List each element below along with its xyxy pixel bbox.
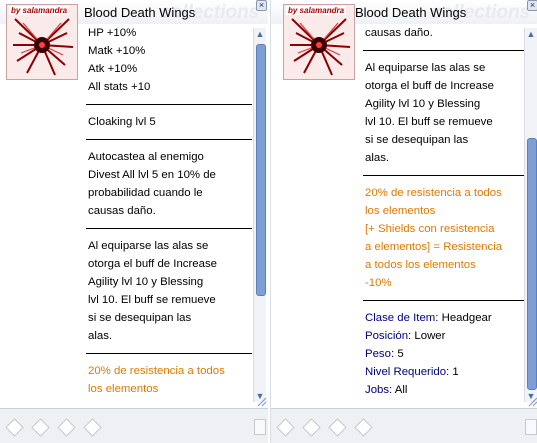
info-label: Peso:	[365, 348, 395, 360]
stat-line: Matk +10%	[88, 45, 146, 57]
resist-line: a elementos] = Resistencia	[365, 241, 503, 253]
resist-line: 20% de resistencia a todos	[365, 187, 502, 199]
equip-line: lvl 10. El buff se remueve	[88, 294, 216, 306]
equip-line: alas.	[88, 330, 113, 342]
equip-line: si se desequipan las	[88, 312, 192, 324]
window-title: Blood Death Wings	[355, 5, 467, 20]
divider	[363, 50, 529, 51]
card-slot-icon[interactable]	[5, 418, 24, 437]
info-label: Nivel Requerido:	[365, 366, 450, 378]
card-slot-icon[interactable]	[302, 418, 321, 437]
vertical-scrollbar[interactable]: ▲ ▼	[524, 28, 537, 402]
info-value: 5	[397, 348, 404, 360]
info-row: Posición: Lower	[365, 327, 529, 345]
resist-line: [+ Shields con resistencia	[365, 223, 495, 235]
scrollbar-thumb[interactable]	[527, 138, 537, 390]
divider	[86, 228, 252, 229]
item-wings-image: by salamandra	[283, 4, 355, 80]
card-slot-icon[interactable]	[31, 418, 50, 437]
vertical-scrollbar[interactable]: ▲ ▼	[253, 28, 266, 402]
info-row: Nivel Requerido: 1	[365, 363, 529, 381]
skill-line: Cloaking lvl 5	[88, 116, 156, 128]
equip-line: Al equiparse las alas se	[88, 240, 209, 252]
autocast-line: causas daño.	[88, 205, 156, 217]
scrollbar-thumb[interactable]	[256, 44, 266, 296]
divider	[86, 139, 252, 140]
scroll-up-icon[interactable]: ▲	[525, 28, 537, 40]
equip-line: otorga el buff de Increase	[88, 258, 217, 270]
stat-line: Atk +10%	[88, 63, 138, 75]
info-label: Jobs:	[365, 384, 393, 396]
info-value: Lower	[414, 330, 446, 342]
card-slot-icon[interactable]	[83, 418, 102, 437]
card-slot-icon[interactable]	[57, 418, 76, 437]
item-wings-image: by salamandra	[6, 4, 78, 80]
card-slot-bar	[271, 408, 537, 443]
card-slot-bar	[0, 408, 268, 443]
resist-line: -10%	[365, 277, 392, 289]
scroll-up-icon[interactable]: ▲	[254, 28, 266, 40]
equip-line: alas.	[365, 152, 390, 164]
info-value: 1	[452, 366, 459, 378]
equip-line: Agility lvl 10 y Blessing	[88, 276, 204, 288]
autocast-line: Divest All lvl 5 en 10% de	[88, 169, 216, 181]
bottom-cap	[254, 419, 266, 435]
info-row: Clase de Item: Headgear	[365, 309, 529, 327]
card-slot-icon[interactable]	[328, 418, 347, 437]
signature-logo: by salamandra	[286, 6, 347, 15]
autocast-line: probabilidad cuando le	[88, 187, 203, 199]
resist-line: los elementos	[365, 205, 436, 217]
item-info-window-left: collections Blood Death Wings × by salam…	[0, 0, 268, 443]
equip-line: lvl 10. El buff se remueve	[365, 116, 493, 128]
divider	[86, 353, 252, 354]
description-panel: causas daño. Al equiparse las alas se ot…	[361, 24, 529, 404]
stat-line: All stats +10	[88, 81, 151, 93]
info-row: Jobs: All	[365, 381, 529, 399]
close-icon[interactable]: ×	[256, 0, 267, 11]
divider	[363, 300, 529, 301]
description-panel: HP +10% Matk +10% Atk +10% All stats +10…	[84, 24, 252, 404]
equip-line: Al equiparse las alas se	[365, 62, 486, 74]
resist-line: 20% de resistencia a todos	[88, 365, 225, 377]
signature-logo: by salamandra	[9, 6, 70, 15]
info-label: Posición:	[365, 330, 412, 342]
divider	[86, 104, 252, 105]
resist-line: los elementos	[88, 383, 159, 395]
info-value: Headgear	[441, 312, 492, 324]
close-icon[interactable]: ×	[527, 0, 537, 11]
resist-line: a todos los elementos	[365, 259, 476, 271]
equip-line: si se desequipan las	[365, 134, 469, 146]
info-label: Clase de Item:	[365, 312, 439, 324]
info-row: Peso: 5	[365, 345, 529, 363]
resize-grip-icon[interactable]	[526, 395, 537, 407]
autocast-line: Autocastea al enemigo	[88, 151, 204, 163]
equip-line: Agility lvl 10 y Blessing	[365, 98, 481, 110]
stat-line: HP +10%	[88, 27, 137, 39]
resize-grip-icon[interactable]	[255, 395, 267, 407]
info-value: All	[394, 384, 408, 396]
bottom-cap	[525, 419, 537, 435]
card-slot-icon[interactable]	[354, 418, 373, 437]
card-slot-icon[interactable]	[276, 418, 295, 437]
equip-line: otorga el buff de Increase	[365, 80, 494, 92]
item-info-window-right: collections Blood Death Wings × by salam…	[270, 0, 537, 443]
window-title: Blood Death Wings	[84, 5, 196, 20]
divider	[363, 175, 529, 176]
desc-line: causas daño.	[365, 27, 433, 39]
